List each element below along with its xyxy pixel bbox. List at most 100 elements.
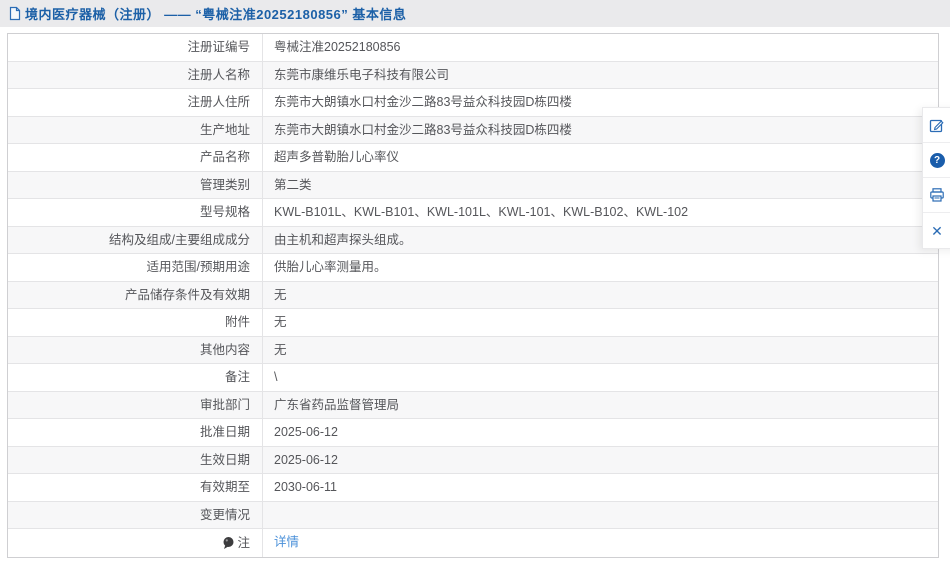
row-value: 无 (263, 309, 938, 336)
row-label-text: 管理类别 (200, 172, 250, 199)
row-label: 其他内容 (8, 337, 263, 364)
document-icon (8, 6, 22, 21)
table-row: 产品名称 超声多普勒胎儿心率仪 (8, 144, 938, 172)
table-row: 备注 \ (8, 364, 938, 392)
row-label: 批准日期 (8, 419, 263, 446)
row-value-text: 东莞市大朗镇水口村金沙二路83号益众科技园D栋四楼 (274, 123, 572, 137)
table-row: 结构及组成/主要组成成分由主机和超声探头组成。 (8, 227, 938, 255)
row-label-text: 结构及组成/主要组成成分 (109, 227, 250, 254)
edit-icon (929, 117, 945, 133)
row-value: \ (263, 364, 938, 391)
table-row: 附件 无 (8, 309, 938, 337)
row-value-text: 粤械注准20252180856 (274, 40, 400, 54)
row-value: 无 (263, 282, 938, 309)
row-label: 注册人名称 (8, 62, 263, 89)
row-label: 产品储存条件及有效期 (8, 282, 263, 309)
table-row: 审批部门广东省药品监督管理局 (8, 392, 938, 420)
row-value: 东莞市大朗镇水口村金沙二路83号益众科技园D栋四楼 (263, 117, 938, 144)
table-row: 注册人名称 东莞市康维乐电子科技有限公司 (8, 62, 938, 90)
row-value: 2030-06-11 (263, 474, 938, 501)
printer-icon (929, 187, 945, 203)
question-mark-badge: ? (930, 153, 945, 168)
row-value-text: 无 (274, 288, 287, 302)
row-label: 变更情况 (8, 502, 263, 529)
close-button[interactable]: ✕ (923, 213, 950, 248)
page-header: 境内医疗器械（注册） —— “粤械注准20252180856” 基本信息 (0, 0, 950, 27)
row-value: 广东省药品监督管理局 (263, 392, 938, 419)
row-label-text: 备注 (225, 364, 250, 391)
row-label: 注 (8, 529, 263, 557)
table-row: 有效期至 2030-06-11 (8, 474, 938, 502)
row-value-text: 超声多普勒胎儿心率仪 (274, 150, 399, 164)
row-label: 注册证编号 (8, 34, 263, 61)
row-label: 型号规格 (8, 199, 263, 226)
row-label: 审批部门 (8, 392, 263, 419)
row-label-text: 批准日期 (200, 419, 250, 446)
row-value-text: 无 (274, 343, 287, 357)
print-button[interactable] (923, 178, 950, 213)
row-value-text: 2025-06-12 (274, 453, 338, 467)
row-value: 2025-06-12 (263, 447, 938, 474)
row-label-text: 注册证编号 (187, 34, 250, 61)
edit-button[interactable] (923, 108, 950, 143)
row-value-text: 东莞市大朗镇水口村金沙二路83号益众科技园D栋四楼 (274, 95, 572, 109)
row-label-text: 生产地址 (200, 117, 250, 144)
note-balloon-icon (222, 536, 235, 550)
row-label: 附件 (8, 309, 263, 336)
row-label: 产品名称 (8, 144, 263, 171)
row-value: 东莞市康维乐电子科技有限公司 (263, 62, 938, 89)
row-label: 备注 (8, 364, 263, 391)
row-label-text: 型号规格 (200, 199, 250, 226)
row-value: 第二类 (263, 172, 938, 199)
row-label: 结构及组成/主要组成成分 (8, 227, 263, 254)
table-row: 生效日期 2025-06-12 (8, 447, 938, 475)
row-label-text: 注册人名称 (187, 62, 250, 89)
page-title: 境内医疗器械（注册） —— “粤械注准20252180856” 基本信息 (25, 4, 406, 23)
row-value: 详情 (263, 529, 938, 557)
row-value: 由主机和超声探头组成。 (263, 227, 938, 254)
row-value: KWL-B101L、KWL-B101、KWL-101L、KWL-101、KWL-… (263, 199, 938, 226)
table-row: 管理类别 第二类 (8, 172, 938, 200)
row-label-text: 注册人住所 (187, 89, 250, 116)
row-value-text: 第二类 (274, 178, 312, 192)
row-value: 2025-06-12 (263, 419, 938, 446)
detail-link[interactable]: 详情 (274, 535, 299, 549)
table-row: 注 详情 (8, 529, 938, 557)
registration-info-table: 注册证编号粤械注准20252180856注册人名称东莞市康维乐电子科技有限公司注… (7, 33, 939, 558)
row-label-text: 适用范围/预期用途 (147, 254, 250, 281)
table-row: 生产地址 东莞市大朗镇水口村金沙二路83号益众科技园D栋四楼 (8, 117, 938, 145)
row-value-text: 供胎儿心率测量用。 (274, 260, 387, 274)
row-label-text: 其他内容 (200, 337, 250, 364)
row-value (263, 502, 938, 529)
row-value-text: 无 (274, 315, 287, 329)
row-value-text: KWL-B101L、KWL-B101、KWL-101L、KWL-101、KWL-… (274, 205, 688, 219)
row-label-text: 注 (237, 530, 250, 557)
table-row: 注册人住所 东莞市大朗镇水口村金沙二路83号益众科技园D栋四楼 (8, 89, 938, 117)
table-row: 注册证编号 粤械注准20252180856 (8, 34, 938, 62)
row-label-text: 附件 (225, 309, 250, 336)
table-row: 型号规格 KWL-B101L、KWL-B101、KWL-101L、KWL-101、… (8, 199, 938, 227)
row-label: 有效期至 (8, 474, 263, 501)
row-value: 超声多普勒胎儿心率仪 (263, 144, 938, 171)
row-value-text: 东莞市康维乐电子科技有限公司 (274, 68, 449, 82)
help-icon: ? (929, 152, 945, 168)
row-value: 东莞市大朗镇水口村金沙二路83号益众科技园D栋四楼 (263, 89, 938, 116)
row-value: 无 (263, 337, 938, 364)
row-value-text: 2030-06-11 (274, 480, 337, 494)
row-label: 注册人住所 (8, 89, 263, 116)
row-label-text: 产品名称 (200, 144, 250, 171)
help-button[interactable]: ? (923, 143, 950, 178)
row-label: 生产地址 (8, 117, 263, 144)
table-row: 批准日期 2025-06-12 (8, 419, 938, 447)
row-label: 适用范围/预期用途 (8, 254, 263, 281)
row-label-text: 变更情况 (200, 502, 250, 529)
side-toolbar: ? ✕ (922, 107, 950, 249)
row-label-text: 审批部门 (200, 392, 250, 419)
row-value-text: \ (274, 370, 277, 384)
table-row: 变更情况 (8, 502, 938, 530)
row-label: 生效日期 (8, 447, 263, 474)
row-label: 管理类别 (8, 172, 263, 199)
table-row: 产品储存条件及有效期无 (8, 282, 938, 310)
row-label-text: 有效期至 (200, 474, 250, 501)
row-value: 供胎儿心率测量用。 (263, 254, 938, 281)
